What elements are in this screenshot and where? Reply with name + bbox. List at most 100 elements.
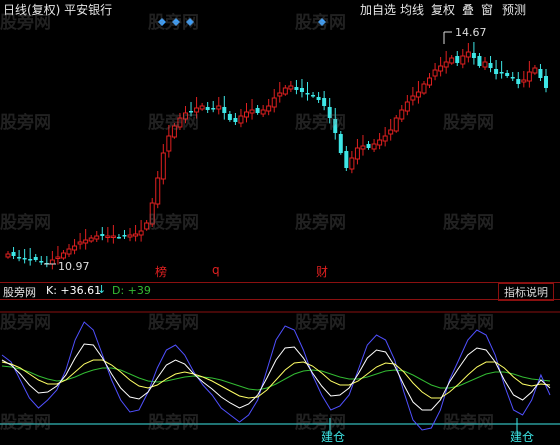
candle [382, 135, 388, 142]
candlestick-chart[interactable]: 14.67 10.97 [0, 18, 560, 282]
candle [344, 151, 349, 168]
candle [421, 83, 427, 94]
indicator-name[interactable]: 股旁网 [3, 284, 36, 300]
candle [499, 72, 504, 74]
candle [133, 233, 139, 237]
candle [538, 69, 543, 78]
candle [94, 235, 100, 240]
candle [72, 245, 78, 251]
candle [22, 258, 27, 260]
candle [194, 107, 200, 113]
candle [100, 234, 105, 236]
candle [271, 97, 277, 108]
chart-title: 日线(复权) 平安银行 [3, 3, 113, 17]
candle [66, 248, 72, 255]
forecast-button[interactable]: 预测 [502, 1, 526, 18]
candle [494, 69, 499, 74]
candle [371, 143, 377, 150]
candle [39, 261, 44, 263]
overlay-button[interactable]: 叠 [462, 1, 474, 18]
d-value: D: +39 [112, 284, 151, 297]
k-value: K: +36.61 [46, 284, 102, 297]
signal-diamond-icon [172, 18, 180, 26]
candle [349, 157, 355, 170]
candle [377, 139, 383, 146]
candle [149, 202, 155, 225]
candle [477, 56, 482, 66]
candle [138, 230, 144, 236]
indicator-j-line [1, 321, 551, 431]
candle [460, 55, 466, 65]
candle [189, 111, 194, 113]
candle [49, 259, 55, 265]
candle [105, 235, 111, 238]
build-position-label-1: 建仓 [321, 430, 346, 444]
candle [521, 79, 527, 83]
adjust-button[interactable]: 复权 [431, 1, 455, 18]
top-bar: 日线(复权) 平安银行 加自选 均线 复权 叠 窗 预测 [0, 0, 560, 18]
candle [360, 145, 366, 150]
candle [388, 129, 394, 135]
down-arrow-icon: ↓ [97, 283, 107, 296]
candle [11, 252, 16, 256]
candle [77, 241, 83, 245]
candle [110, 235, 116, 238]
candle [28, 259, 33, 261]
candle [243, 111, 249, 118]
signal-diamond-icon [158, 18, 166, 26]
candle [333, 119, 338, 133]
candle [505, 73, 510, 76]
candle [449, 57, 455, 64]
candle [127, 234, 133, 238]
candle [122, 235, 127, 237]
candle [322, 98, 327, 106]
indicator-chart[interactable] [0, 300, 560, 442]
candle [510, 77, 515, 79]
window-button[interactable]: 窗 [481, 1, 493, 18]
candle [294, 87, 299, 90]
candle [443, 61, 449, 68]
candle [55, 256, 61, 259]
event-mark-finance[interactable]: 财 [316, 263, 328, 280]
candle [427, 77, 433, 86]
event-mark-q[interactable]: q [212, 263, 220, 277]
candle [17, 257, 22, 259]
candle [211, 108, 216, 110]
candle [222, 107, 227, 113]
candle [288, 85, 294, 90]
candle [516, 79, 521, 84]
candle [526, 71, 532, 82]
indicator-k-line [1, 343, 551, 411]
candle [393, 117, 399, 132]
candle [155, 177, 161, 205]
candle [227, 114, 232, 120]
candle [177, 117, 183, 128]
candle [305, 93, 310, 95]
indicator-header: 股旁网 K: +36.61 ↓ D: +39 指标说明 [0, 283, 560, 301]
indicator-g-line [1, 365, 551, 391]
event-mark-rank[interactable]: 榜 [155, 263, 167, 280]
candle [455, 56, 460, 63]
candle [5, 253, 11, 258]
candle [166, 135, 172, 152]
candle [171, 125, 177, 138]
low-price-label: 10.97 [58, 260, 90, 273]
candle [266, 105, 272, 112]
candle [465, 51, 471, 58]
build-position-label-2: 建仓 [510, 430, 535, 444]
candle [299, 88, 304, 92]
candle [410, 95, 416, 101]
candle [532, 67, 538, 74]
candle [182, 112, 188, 120]
candle [216, 105, 222, 110]
candle [60, 252, 66, 259]
candle [366, 144, 371, 148]
candle [33, 257, 38, 260]
signal-diamond-icon [186, 18, 194, 26]
add-watchlist-button[interactable]: 加自选 [360, 1, 396, 18]
candle [327, 107, 332, 118]
candle [544, 76, 548, 88]
indicator-d-line [1, 359, 551, 399]
candle [482, 61, 488, 68]
moving-average-button[interactable]: 均线 [400, 1, 424, 18]
